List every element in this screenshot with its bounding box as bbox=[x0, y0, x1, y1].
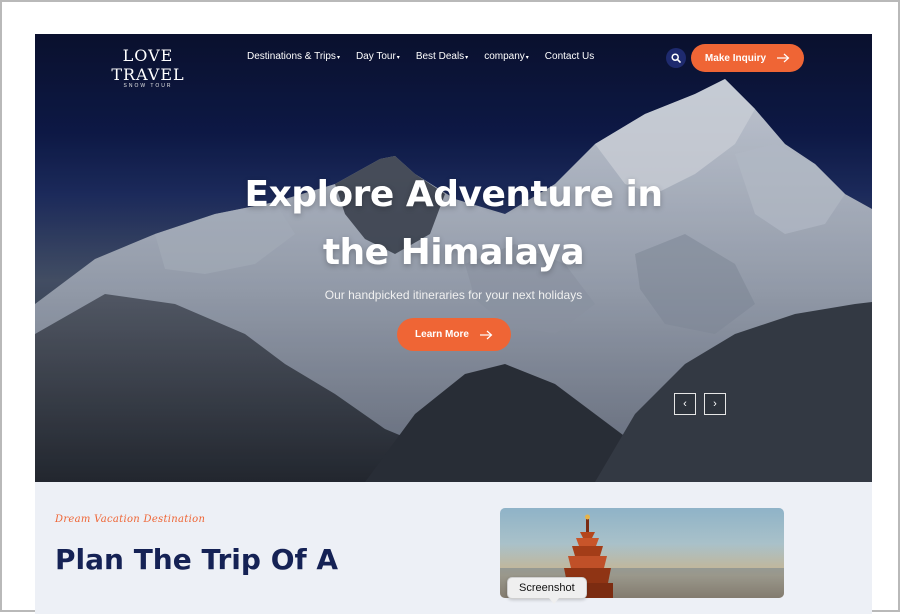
browser-frame: LOVE TRAVEL SNOW TOUR Destinations & Tri… bbox=[0, 0, 900, 614]
hero-title: Explore Adventure in the Himalaya bbox=[35, 166, 872, 282]
nav-item-day-tour[interactable]: Day Tour▾ bbox=[356, 51, 400, 62]
search-button[interactable] bbox=[666, 48, 686, 68]
chevron-down-icon: ▾ bbox=[336, 55, 340, 61]
section-title: Plan The Trip Of A bbox=[55, 543, 339, 576]
hero-title-line-2: the Himalaya bbox=[322, 232, 585, 273]
hero-subtitle: Our handpicked itineraries for your next… bbox=[324, 288, 583, 302]
section-tagline: Dream Vacation Destination bbox=[55, 514, 206, 525]
chevron-left-icon: ‹ bbox=[683, 398, 687, 410]
slider-prev-button[interactable]: ‹ bbox=[674, 393, 696, 415]
screenshot-tooltip: Screenshot bbox=[507, 577, 587, 604]
chevron-down-icon: ▾ bbox=[396, 55, 400, 61]
search-icon bbox=[671, 53, 681, 63]
slider-next-button[interactable]: › bbox=[704, 393, 726, 415]
arrow-right-icon bbox=[479, 330, 493, 339]
nav-item-label: Contact Us bbox=[544, 51, 595, 62]
hero-title-line-1: Explore Adventure in bbox=[244, 174, 663, 215]
nav-item-label: Best Deals bbox=[415, 51, 465, 62]
nav-item-best-deals[interactable]: Best Deals▾ bbox=[416, 51, 468, 62]
nav-item-destinations[interactable]: Destinations & Trips▾ bbox=[247, 51, 340, 62]
learn-more-button[interactable]: Learn More bbox=[397, 318, 511, 351]
make-inquiry-button[interactable]: Make Inquiry bbox=[691, 44, 804, 72]
main-menu: Destinations & Trips▾ Day Tour▾ Best Dea… bbox=[247, 51, 594, 62]
hero-banner: LOVE TRAVEL SNOW TOUR Destinations & Tri… bbox=[35, 34, 872, 482]
nav-item-label: Day Tour bbox=[355, 51, 396, 62]
logo-tagline: SNOW TOUR bbox=[123, 83, 173, 89]
chevron-right-icon: › bbox=[713, 398, 717, 410]
top-navigation: LOVE TRAVEL SNOW TOUR Destinations & Tri… bbox=[35, 34, 872, 89]
learn-more-label: Learn More bbox=[415, 329, 469, 340]
nav-item-label: company bbox=[484, 51, 525, 62]
chevron-down-icon: ▾ bbox=[465, 55, 469, 61]
site-logo[interactable]: LOVE TRAVEL SNOW TOUR bbox=[88, 46, 208, 89]
logo-text: LOVE TRAVEL bbox=[111, 46, 185, 84]
arrow-right-icon bbox=[777, 53, 790, 63]
nav-item-label: Destinations & Trips bbox=[247, 51, 336, 62]
make-inquiry-label: Make Inquiry bbox=[704, 52, 767, 64]
chevron-down-icon: ▾ bbox=[525, 55, 529, 61]
nav-item-contact[interactable]: Contact Us bbox=[545, 51, 594, 62]
nav-item-company[interactable]: company▾ bbox=[484, 51, 529, 62]
